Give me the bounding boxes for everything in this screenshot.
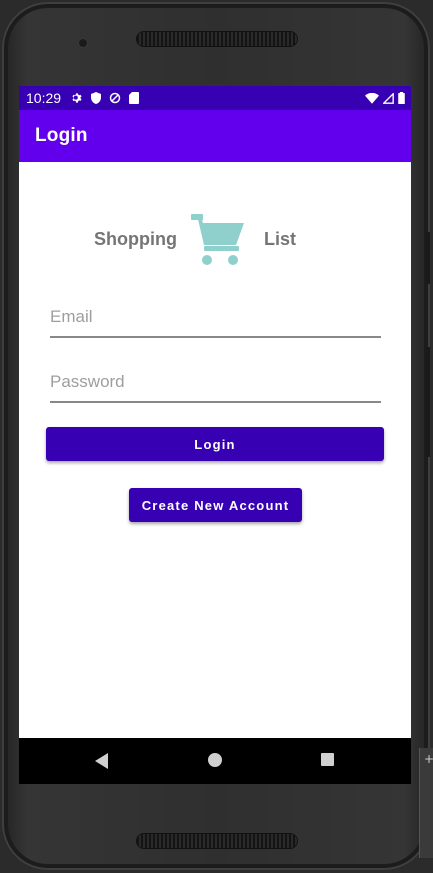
shield-icon [91,92,102,104]
gear-icon [72,93,82,103]
emulator-side-panel: + [419,748,433,858]
status-time: 10:29 [26,90,62,106]
earpiece-speaker [137,32,297,46]
password-underline [50,401,381,403]
data-saver-icon [109,92,121,104]
wifi-icon [365,92,379,104]
emulator-plus-icon[interactable]: + [424,752,433,766]
app-bar-title: Login [35,125,88,146]
signal-icon [383,92,394,104]
power-button [426,232,430,284]
back-icon[interactable] [95,753,109,769]
login-button[interactable]: Login [46,427,384,461]
home-icon[interactable] [208,753,222,767]
battery-icon [398,92,405,104]
navigation-bar [19,738,411,784]
email-underline [50,336,381,338]
password-input[interactable] [50,367,381,397]
front-camera [79,39,87,47]
brand-text-shopping: Shopping [94,229,177,249]
volume-button [426,347,430,457]
recents-icon[interactable] [321,753,334,766]
email-input[interactable] [50,302,381,332]
app-bar: Login [19,110,411,162]
password-field-container [50,367,381,403]
sd-card-icon [129,92,140,104]
brand-text-list: List [264,229,297,249]
create-account-button[interactable]: Create New Account [129,488,302,522]
email-field-container [50,302,381,338]
status-bar: 10:29 [19,86,411,110]
app-screen: 10:29 Login Shopping List Email Login Cr… [19,86,411,784]
shopping-cart-icon [191,214,244,265]
bottom-speaker [137,834,297,848]
